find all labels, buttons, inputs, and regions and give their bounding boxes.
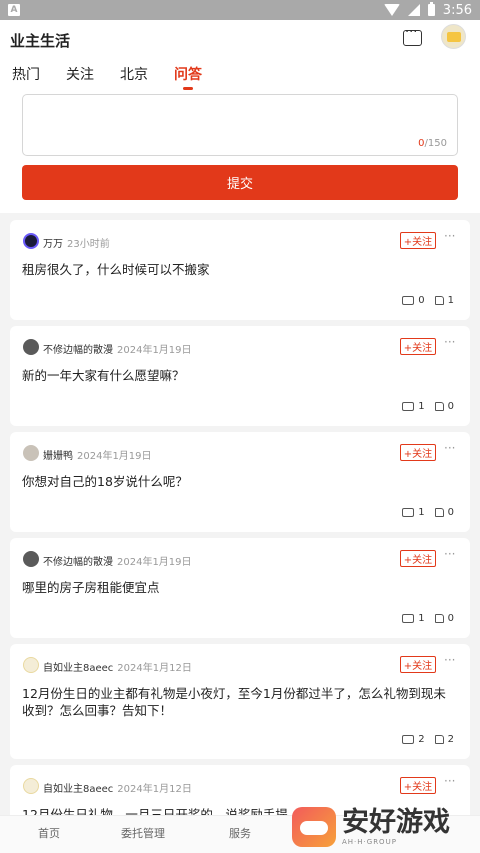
submit-button[interactable]: 提交	[22, 165, 458, 200]
post-time: 2024年1月19日	[77, 451, 152, 462]
post-card[interactable]: 万万 23小时前 +关注 ··· 租房很久了，什么时候可以不搬家 0 1	[10, 220, 470, 320]
avatar[interactable]	[23, 445, 39, 461]
comment-icon[interactable]	[402, 614, 415, 623]
author-line: 自如业主8aeec 2024年1月12日	[43, 780, 192, 795]
author-name[interactable]: 万万	[43, 239, 63, 250]
thumbs-up-icon[interactable]	[434, 614, 444, 623]
tab-bar: 热门 关注 北京 问答	[0, 64, 216, 90]
author-line: 姗姗鸭 2024年1月19日	[43, 447, 152, 462]
more-icon[interactable]: ···	[444, 547, 455, 561]
author-name[interactable]: 姗姗鸭	[43, 451, 73, 462]
thumbs-up-icon[interactable]	[434, 735, 444, 744]
thumbs-up-icon[interactable]	[434, 402, 444, 411]
comment-count: 2	[418, 734, 425, 745]
thumbs-up-icon[interactable]	[434, 296, 444, 305]
more-icon[interactable]: ···	[444, 335, 455, 349]
post-text: 哪里的房子房租能便宜点	[22, 580, 160, 595]
post-text: 租房很久了，什么时候可以不搬家	[22, 262, 210, 277]
avatar[interactable]	[23, 551, 39, 567]
status-time: 3:56	[442, 2, 472, 18]
wifi-icon	[383, 4, 400, 16]
comment-icon[interactable]	[402, 508, 415, 517]
watermark-logo: 安好游戏 AH·H·GROUP	[292, 803, 472, 851]
battery-icon	[427, 2, 435, 16]
like-count: 0	[447, 401, 454, 412]
question-textarea[interactable]: 0/150	[22, 94, 458, 156]
status-bar: A 3:56	[0, 0, 480, 20]
post-time: 2024年1月12日	[117, 784, 192, 795]
follow-button[interactable]: +关注	[400, 656, 436, 673]
more-icon[interactable]: ···	[444, 774, 455, 788]
question-form: 0/150 提交	[0, 94, 480, 213]
message-icon[interactable]	[403, 25, 422, 46]
post-stats: 1 0	[402, 401, 454, 412]
post-text: 12月份生日的业主都有礼物是小夜灯，至今1月份都过半了，怎么礼物到现未收到？怎么…	[22, 686, 446, 718]
more-icon[interactable]: ···	[444, 229, 455, 243]
post-time: 2024年1月19日	[117, 345, 192, 356]
app-notification-icon: A	[8, 4, 20, 16]
post-text: 你想对自己的18岁说什么呢？	[22, 474, 188, 489]
watermark-subtitle: AH·H·GROUP	[342, 838, 397, 846]
post-time: 2024年1月12日	[117, 663, 192, 674]
post-card[interactable]: 自如业主8aeec 2024年1月12日 +关注 ··· 12月份生日的业主都有礼…	[10, 644, 470, 759]
post-stats: 2 2	[402, 734, 454, 745]
char-counter: 0/150	[418, 138, 447, 149]
like-count: 2	[447, 734, 454, 745]
nav-service[interactable]: 服务	[229, 825, 251, 841]
author-name[interactable]: 自如业主8aeec	[43, 663, 113, 674]
comment-count: 0	[418, 295, 425, 306]
tab-follow[interactable]: 关注	[66, 64, 94, 90]
post-card[interactable]: 不修边幅的散漫 2024年1月19日 +关注 ··· 哪里的房子房租能便宜点 1 …	[10, 538, 470, 638]
post-time: 23小时前	[67, 239, 110, 250]
follow-button[interactable]: +关注	[400, 338, 436, 355]
author-name[interactable]: 不修边幅的散漫	[43, 557, 113, 568]
avatar[interactable]	[23, 339, 39, 355]
tab-hot[interactable]: 热门	[12, 64, 40, 90]
tab-qa[interactable]: 问答	[174, 64, 202, 90]
avatar[interactable]	[23, 233, 39, 249]
like-count: 0	[447, 613, 454, 624]
follow-button[interactable]: +关注	[400, 232, 436, 249]
nav-entrust[interactable]: 委托管理	[121, 825, 165, 841]
avatar[interactable]	[23, 657, 39, 673]
comment-count: 1	[418, 507, 425, 518]
author-line: 万万 23小时前	[43, 235, 110, 250]
post-stats: 1 0	[402, 507, 454, 518]
comment-icon[interactable]	[402, 296, 415, 305]
nav-home[interactable]: 首页	[38, 825, 60, 841]
watermark-title: 安好游戏	[342, 807, 450, 838]
follow-button[interactable]: +关注	[400, 777, 436, 794]
more-icon[interactable]: ···	[444, 653, 455, 667]
author-name[interactable]: 不修边幅的散漫	[43, 345, 113, 356]
post-card[interactable]: 姗姗鸭 2024年1月19日 +关注 ··· 你想对自己的18岁说什么呢？ 1 0	[10, 432, 470, 532]
author-line: 不修边幅的散漫 2024年1月19日	[43, 341, 192, 356]
post-stats: 0 1	[402, 295, 454, 306]
tab-beijing[interactable]: 北京	[120, 64, 148, 90]
post-stats: 1 0	[402, 613, 454, 624]
like-count: 1	[447, 295, 454, 306]
gamepad-logo-icon	[292, 807, 336, 847]
post-time: 2024年1月19日	[117, 557, 192, 568]
page-title: 业主生活	[10, 32, 71, 50]
follow-button[interactable]: +关注	[400, 444, 436, 461]
more-icon[interactable]: ···	[444, 441, 455, 455]
signal-icon	[407, 4, 420, 16]
comment-icon[interactable]	[402, 402, 415, 411]
avatar[interactable]	[23, 778, 39, 794]
follow-button[interactable]: +关注	[400, 550, 436, 567]
author-line: 自如业主8aeec 2024年1月12日	[43, 659, 192, 674]
user-avatar[interactable]	[441, 24, 466, 49]
comment-count: 1	[418, 613, 425, 624]
crown-icon	[446, 31, 461, 42]
post-card[interactable]: 不修边幅的散漫 2024年1月19日 +关注 ··· 新的一年大家有什么愿望嘛？ …	[10, 326, 470, 426]
author-name[interactable]: 自如业主8aeec	[43, 784, 113, 795]
comment-icon[interactable]	[402, 735, 415, 744]
author-line: 不修边幅的散漫 2024年1月19日	[43, 553, 192, 568]
thumbs-up-icon[interactable]	[434, 508, 444, 517]
comment-count: 1	[418, 401, 425, 412]
post-text: 新的一年大家有什么愿望嘛？	[22, 368, 185, 383]
question-feed: 万万 23小时前 +关注 ··· 租房很久了，什么时候可以不搬家 0 1 不修边幅…	[10, 220, 470, 831]
like-count: 0	[447, 507, 454, 518]
top-header: 业主生活 热门 关注 北京 问答	[0, 20, 480, 100]
